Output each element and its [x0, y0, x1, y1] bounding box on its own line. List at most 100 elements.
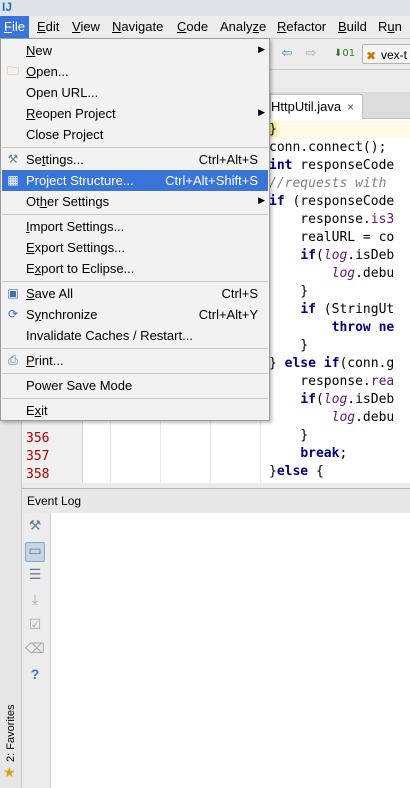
menu-item-shortcut: Ctrl+Alt+Shift+S [165, 173, 258, 188]
make-project-icon[interactable]: ⬇01 [334, 45, 355, 63]
code-line: break; [300, 446, 348, 461]
menu-run[interactable]: Run [374, 16, 406, 38]
menu-item-import-settings[interactable]: Import Settings... [2, 216, 268, 237]
gear-config-icon: ✖ [366, 49, 377, 63]
project-structure-icon: ▦ [7, 173, 19, 187]
code-line: log.debu [331, 266, 395, 281]
back-arrow-icon[interactable]: ⇦ [278, 45, 296, 63]
editor-tab-label: HttpUtil.java [271, 99, 342, 114]
menu-item-label: Other Settings [26, 194, 110, 209]
menu-refactor[interactable]: Refactor [273, 16, 330, 38]
wrench-icon[interactable]: ⚒ [25, 518, 45, 538]
code-line: } [269, 428, 309, 443]
submenu-arrow-icon: ▶ [258, 45, 265, 55]
menu-item-label: Project Structure... [26, 173, 134, 188]
menu-item-exit[interactable]: Exit [2, 400, 268, 421]
run-configuration-selector[interactable]: ✖ vex-t [362, 44, 410, 64]
code-line: if (responseCode [269, 194, 395, 209]
line-number: 356 [26, 431, 50, 446]
menu-item-project-structure[interactable]: ▦ Project Structure... Ctrl+Alt+Shift+S [2, 170, 268, 191]
menu-item-label: Invalidate Caches / Restart... [26, 328, 193, 343]
menu-separator [2, 281, 268, 282]
event-log-header: Event Log [22, 488, 410, 514]
code-line: response.rea [269, 374, 395, 389]
sync-icon: ⟳ [7, 307, 19, 321]
event-log-content [51, 513, 410, 788]
trash-icon[interactable]: ⌫ [25, 641, 45, 661]
line-number: 357 [26, 449, 50, 464]
menu-separator [2, 373, 268, 374]
menu-navigate[interactable]: Navigate [108, 16, 167, 38]
code-line: int responseCode [269, 158, 395, 173]
menu-separator [2, 398, 268, 399]
code-line: } [269, 284, 309, 299]
menu-item-open[interactable]: 🗀 Open... [2, 61, 268, 82]
help-icon[interactable]: ? [25, 666, 45, 686]
editor-tab[interactable]: HttpUtil.java × [270, 94, 364, 119]
menu-item-label: Synchronize [26, 307, 98, 322]
menu-item-label: Close Project [26, 127, 104, 142]
filter-settings-icon[interactable]: ☰ [25, 567, 45, 587]
code-line: log.debu [331, 410, 395, 425]
menu-item-export-to-eclipse[interactable]: Export to Eclipse... [2, 258, 268, 279]
title-bar: IJ [0, 0, 410, 16]
menu-item-label: Print... [26, 353, 64, 368]
print-icon: ⎙ [8, 353, 18, 367]
menu-item-label: Settings... [26, 152, 84, 167]
event-log-toolbar: ⚒ ▭ ☰ ⤓ ☑ ⌫ ? [22, 513, 51, 788]
submenu-arrow-icon: ▶ [258, 196, 265, 206]
menu-item-synchronize[interactable]: ⟳ Synchronize Ctrl+Alt+Y [2, 304, 268, 325]
submenu-arrow-icon: ▶ [258, 108, 265, 118]
menu-item-reopen-project[interactable]: Reopen Project ▶ [2, 103, 268, 124]
menu-code[interactable]: Code [173, 16, 212, 38]
mark-read-icon[interactable]: ☑ [25, 617, 45, 637]
current-line-highlight [269, 121, 410, 139]
run-config-label: vex-t [381, 48, 408, 62]
menu-item-label: Open URL... [26, 85, 99, 100]
code-line: } [269, 338, 309, 353]
menu-item-open-url[interactable]: Open URL... [2, 82, 268, 103]
menu-item-label: Import Settings... [26, 219, 125, 234]
code-line: conn.connect(); [269, 140, 387, 155]
menu-item-label: Power Save Mode [26, 378, 133, 393]
forward-arrow-icon[interactable]: ⇨ [302, 45, 320, 63]
favorites-tool-button[interactable]: 2: Favorites [2, 700, 20, 766]
file-menu-dropdown: New ▶ 🗀 Open... Open URL... Reopen Project ▶ Cl… [0, 38, 270, 421]
menu-item-invalidate-caches[interactable]: Invalidate Caches / Restart... [2, 325, 268, 346]
line-number: 358 [26, 467, 50, 482]
menu-item-shortcut: Ctrl+Alt+Y [198, 307, 258, 322]
menu-item-label: Reopen Project [26, 106, 116, 121]
menu-item-label: Export to Eclipse... [26, 261, 135, 276]
code-line: } else if(conn.g [269, 356, 395, 371]
menu-item-export-settings[interactable]: Export Settings... [2, 237, 268, 258]
menu-build[interactable]: Build [334, 16, 371, 38]
code-line: throw ne [331, 320, 395, 335]
menu-item-new[interactable]: New ▶ [2, 40, 268, 61]
message-bubble-icon[interactable]: ▭ [25, 542, 45, 562]
main-toolbar: ⇦ ⇨ ⬇01 ✖ vex-t [270, 39, 410, 70]
code-line: realURL = co [269, 230, 395, 245]
code-line: if(log.isDeb [300, 248, 395, 263]
menu-analyze[interactable]: Analyze [216, 16, 270, 38]
code-line: if(log.isDeb [300, 392, 395, 407]
menu-item-settings[interactable]: ⚒ Settings... Ctrl+Alt+S [2, 149, 268, 170]
menu-item-close-project[interactable]: Close Project [2, 124, 268, 145]
scroll-to-end-icon[interactable]: ⤓ [25, 592, 45, 612]
menu-item-label: Exit [26, 403, 48, 418]
menu-file[interactable]: File [0, 16, 29, 38]
menu-item-label: Open... [26, 64, 69, 79]
favorites-star-icon[interactable]: ★ [3, 765, 16, 781]
menu-item-print[interactable]: ⎙ Print... [2, 350, 268, 371]
code-line: //requests with [269, 176, 387, 191]
menu-item-save-all[interactable]: ▣ Save All Ctrl+S [2, 283, 268, 304]
menu-edit[interactable]: Edit [33, 16, 63, 38]
menu-item-other-settings[interactable]: Other Settings ▶ [2, 191, 268, 212]
wrench-icon: ⚒ [7, 152, 19, 166]
menu-separator [2, 348, 268, 349]
menu-separator [2, 147, 268, 148]
event-log-title: Event Log [27, 494, 82, 508]
menu-view[interactable]: View [68, 16, 104, 38]
code-line: response.is3 [269, 212, 395, 227]
close-tab-icon[interactable]: × [347, 100, 354, 114]
menu-item-power-save-mode[interactable]: Power Save Mode [2, 375, 268, 396]
